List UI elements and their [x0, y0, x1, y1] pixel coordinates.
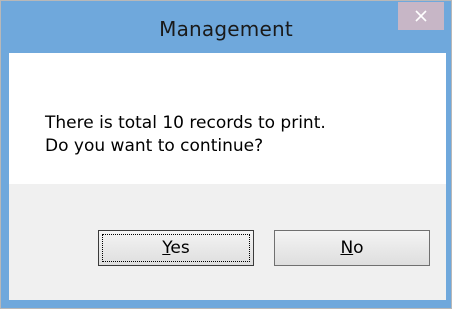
window-title: Management [159, 17, 293, 41]
close-button[interactable] [398, 2, 444, 30]
message-line-1: There is total 10 records to print. [45, 113, 326, 133]
no-button-label: No [340, 238, 364, 258]
yes-button[interactable]: Yes [98, 230, 254, 266]
dialog-window: Management There is total 10 records to … [0, 0, 452, 309]
title-bar[interactable]: Management [1, 1, 451, 53]
message-area: There is total 10 records to print. Do y… [9, 53, 446, 184]
close-icon [415, 10, 427, 22]
message-text: There is total 10 records to print. Do y… [45, 112, 326, 158]
yes-button-label: Yes [162, 238, 190, 258]
button-area: Yes No [9, 184, 446, 300]
message-line-2: Do you want to continue? [45, 136, 264, 156]
no-button[interactable]: No [274, 230, 430, 266]
